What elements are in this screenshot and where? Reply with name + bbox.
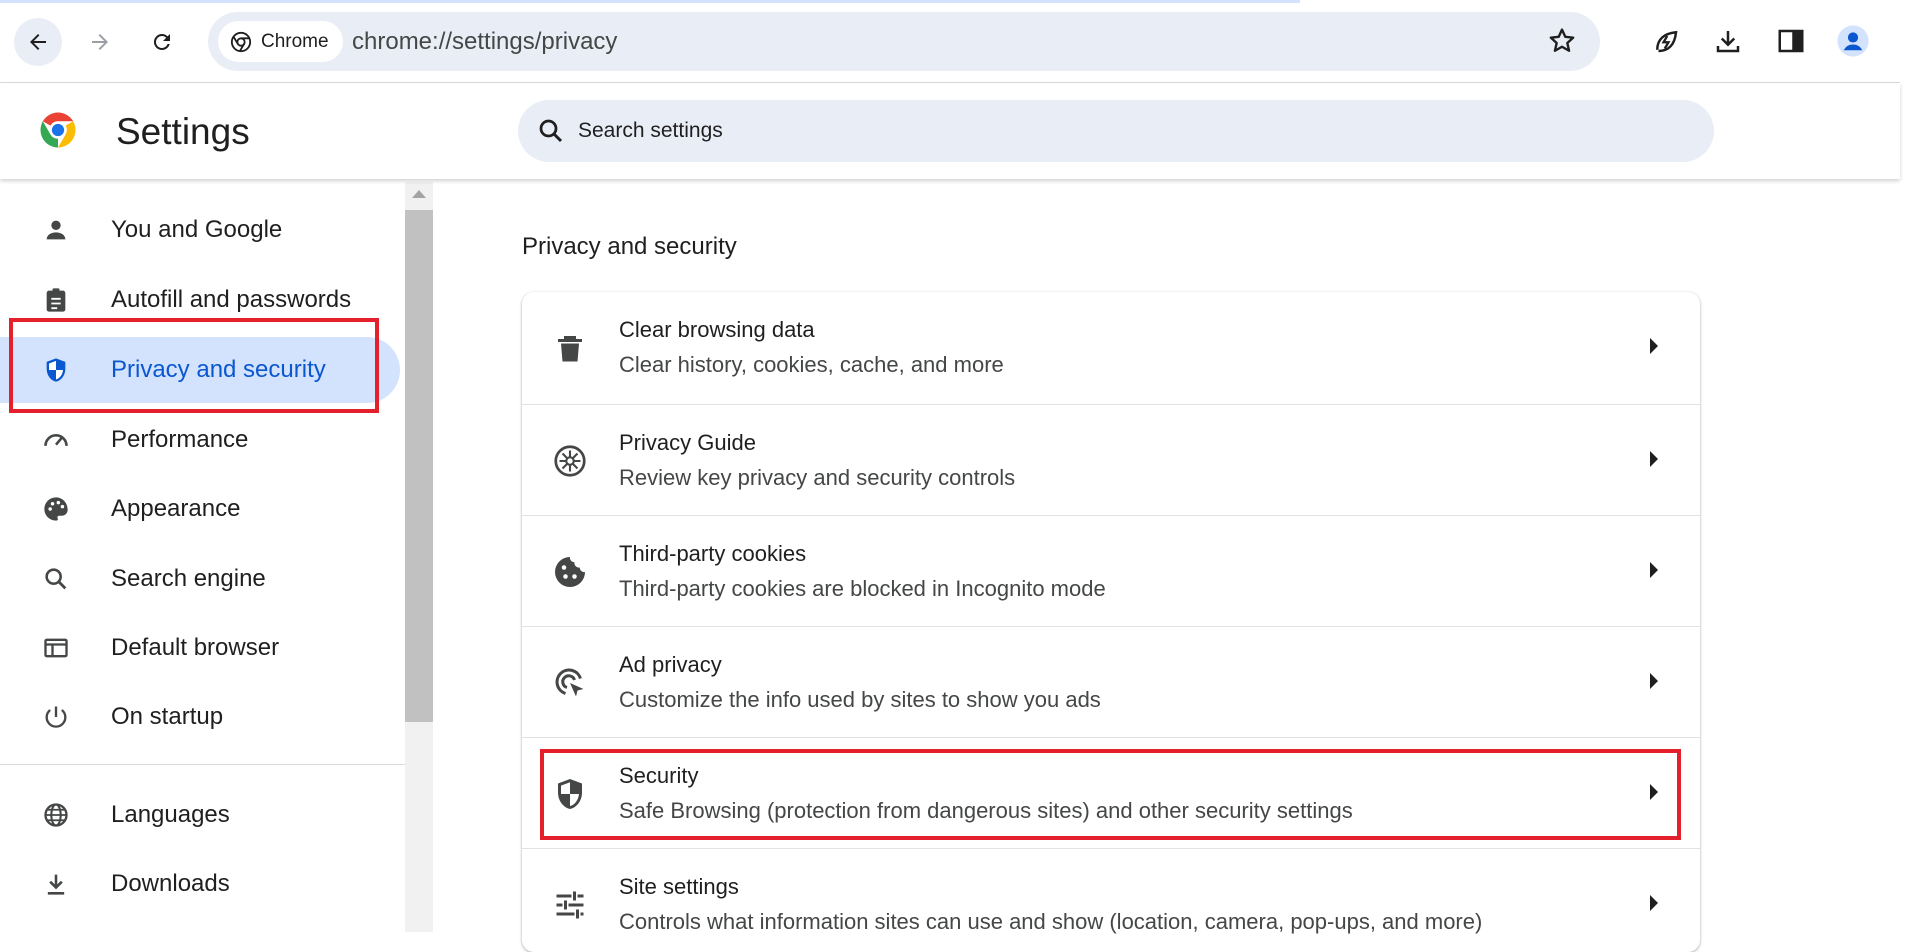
chrome-logo-icon	[40, 112, 76, 148]
sidebar-item-performance[interactable]: Performance	[0, 407, 400, 473]
chevron-right-icon	[1650, 338, 1658, 354]
url-text[interactable]: chrome://settings/privacy	[352, 28, 617, 56]
trash-icon	[558, 336, 582, 362]
row-clear-browsing-data[interactable]: Clear browsing data Clear history, cooki…	[522, 292, 1700, 404]
security-shield-icon	[558, 779, 582, 809]
row-title: Privacy Guide	[619, 430, 756, 455]
browser-window-icon	[44, 638, 68, 658]
sidebar-item-label: Privacy and security	[111, 356, 326, 383]
download-icon	[1716, 31, 1740, 53]
scroll-up-arrow-icon[interactable]	[412, 190, 426, 198]
sidebar-item-label: Appearance	[111, 495, 241, 522]
row-title: Site settings	[619, 874, 739, 899]
shield-icon	[46, 358, 66, 382]
person-icon	[46, 220, 66, 240]
downloads-button[interactable]	[1706, 19, 1750, 63]
sidebar-item-label: Languages	[111, 801, 230, 828]
performance-leaf-button[interactable]	[1644, 19, 1688, 63]
row-security[interactable]: Security Safe Browsing (protection from …	[522, 737, 1700, 849]
row-site-settings[interactable]: Site settings Controls what information …	[522, 848, 1700, 952]
sidebar-divider	[0, 764, 405, 765]
power-icon	[45, 706, 67, 728]
row-subtitle: Clear history, cookies, cache, and more	[619, 352, 1004, 377]
profile-button[interactable]	[1831, 19, 1875, 63]
side-panel-icon	[1778, 29, 1804, 53]
address-bar[interactable]: Chrome chrome://settings/privacy	[208, 12, 1600, 71]
forward-button[interactable]	[76, 18, 124, 66]
row-ad-privacy[interactable]: Ad privacy Customize the info used by si…	[522, 626, 1700, 738]
tab-strip-line	[0, 0, 1300, 3]
sidebar-item-label: Default browser	[111, 634, 280, 661]
sidebar-item-label: Downloads	[111, 870, 230, 897]
settings-header: Settings	[0, 83, 1900, 179]
chrome-icon	[230, 31, 252, 52]
clipboard-icon	[46, 288, 66, 312]
bookmark-star-icon[interactable]	[1546, 25, 1578, 57]
search-icon	[539, 119, 563, 143]
sidebar-item-downloads[interactable]: Downloads	[0, 851, 400, 917]
row-title: Clear browsing data	[619, 317, 815, 342]
cookie-icon	[555, 557, 585, 587]
sidebar: You and Google Autofill and passwords Pr…	[0, 182, 405, 932]
row-privacy-guide[interactable]: Privacy Guide Review key privacy and sec…	[522, 404, 1700, 516]
row-subtitle: Controls what information sites can use …	[619, 909, 1483, 934]
search-box[interactable]	[518, 100, 1714, 162]
leaf-icon	[1656, 30, 1678, 53]
avatar-icon	[1837, 25, 1869, 57]
row-subtitle: Customize the info used by sites to show…	[619, 687, 1101, 712]
site-chip[interactable]: Chrome	[218, 21, 343, 62]
search-icon	[45, 568, 67, 590]
sidebar-item-on-startup[interactable]: On startup	[0, 684, 400, 750]
ad-privacy-icon	[555, 668, 584, 697]
section-title: Privacy and security	[522, 233, 737, 260]
arrow-left-icon	[30, 34, 46, 50]
scrollbar-thumb[interactable]	[405, 210, 433, 722]
chevron-right-icon	[1650, 673, 1658, 689]
back-button[interactable]	[14, 18, 62, 66]
row-subtitle: Review key privacy and security controls	[619, 465, 1016, 490]
speedometer-icon	[44, 434, 68, 446]
sidebar-item-autofill[interactable]: Autofill and passwords	[0, 267, 400, 333]
palette-icon	[44, 497, 68, 521]
sidebar-item-search-engine[interactable]: Search engine	[0, 546, 400, 612]
site-chip-label: Chrome	[261, 30, 329, 52]
row-title: Ad privacy	[619, 652, 722, 677]
sidebar-item-label: You and Google	[111, 216, 283, 243]
sidebar-item-you-and-google[interactable]: You and Google	[0, 197, 400, 263]
chevron-right-icon	[1650, 451, 1658, 467]
browser-toolbar: Chrome chrome://settings/privacy	[0, 0, 1917, 82]
page-title: Settings	[116, 111, 250, 152]
download-icon	[47, 874, 65, 895]
sidebar-item-label: Performance	[111, 426, 249, 453]
compass-icon	[554, 445, 586, 477]
row-title: Third-party cookies	[619, 541, 807, 566]
sidebar-item-default-browser[interactable]: Default browser	[0, 615, 400, 681]
chevron-right-icon	[1650, 895, 1658, 911]
sidebar-scrollbar[interactable]	[405, 182, 433, 932]
row-third-party-cookies[interactable]: Third-party cookies Third-party cookies …	[522, 515, 1700, 627]
sliders-icon	[556, 891, 584, 919]
row-title: Security	[619, 763, 699, 788]
globe-icon	[44, 803, 68, 827]
chevron-right-icon	[1650, 784, 1658, 800]
sidebar-item-label: Search engine	[111, 565, 266, 592]
row-subtitle: Third-party cookies are blocked in Incog…	[619, 576, 1106, 601]
search-input[interactable]	[578, 114, 1578, 148]
side-panel-button[interactable]	[1769, 19, 1813, 63]
reload-button[interactable]	[138, 18, 186, 66]
chevron-right-icon	[1650, 562, 1658, 578]
arrow-right-icon	[92, 34, 108, 50]
sidebar-item-label: On startup	[111, 703, 224, 730]
privacy-settings-card: Clear browsing data Clear history, cooki…	[522, 292, 1700, 952]
sidebar-item-languages[interactable]: Languages	[0, 782, 400, 848]
sidebar-item-appearance[interactable]: Appearance	[0, 476, 400, 542]
row-subtitle: Safe Browsing (protection from dangerous…	[619, 798, 1353, 823]
reload-icon	[153, 33, 170, 50]
sidebar-item-privacy[interactable]: Privacy and security	[0, 337, 400, 403]
sidebar-item-label: Autofill and passwords	[111, 286, 352, 313]
